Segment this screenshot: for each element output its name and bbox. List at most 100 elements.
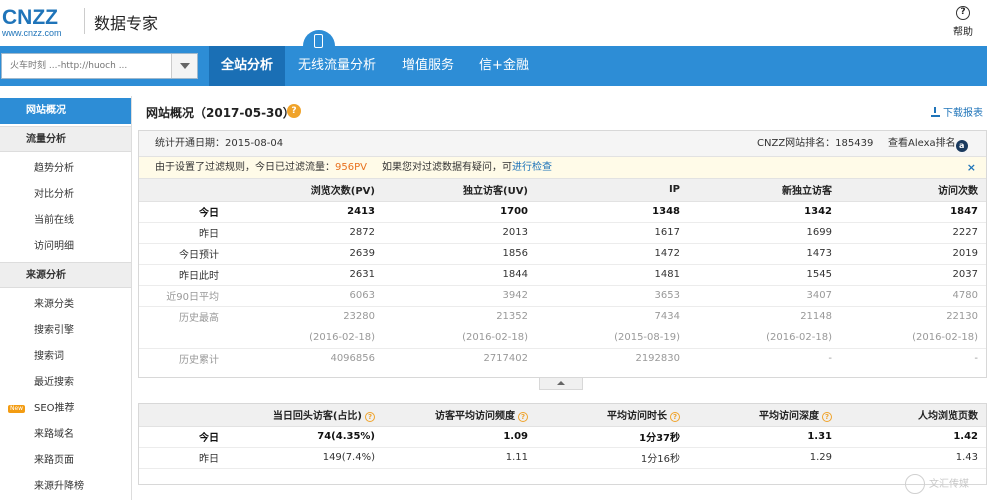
table-cell: 2192830 [635, 353, 680, 365]
column-header-uv[interactable]: 独立访客(UV) [383, 179, 536, 202]
column-header [139, 179, 229, 202]
sidebar-item-search-words[interactable]: 搜索词 [0, 344, 131, 370]
tab-value-added[interactable]: 增值服务 [390, 46, 466, 86]
sidebar-item-compare[interactable]: 对比分析 [0, 182, 131, 208]
table-cell: 1分37秒 [536, 426, 688, 448]
site-selector[interactable] [1, 53, 198, 79]
sidebar: 网站概况 流量分析 趋势分析 对比分析 当前在线 访问明细 来源分析 来源分类 … [0, 96, 132, 500]
filter-notice: 由于设置了过滤规则，今日已过滤流量：956PV 如果您对过滤数据有疑问，可进行检… [139, 157, 986, 179]
download-report-link[interactable]: 下载报表 [931, 104, 983, 119]
alexa-icon: a [955, 140, 968, 152]
sidebar-item-source-ranking[interactable]: 来源升降榜 [0, 474, 131, 500]
alexa-label: 查看Alexa排名 [888, 138, 956, 149]
help-button[interactable]: ? 帮助 [953, 6, 973, 38]
table-cell: - [828, 353, 832, 365]
help-icon[interactable]: ? [670, 412, 680, 423]
table-row: (2016-02-18) (2016-02-18) (2015-08-19) (… [139, 327, 986, 349]
tab-finance[interactable]: 信+金融 [468, 46, 540, 86]
table-row: 历史最高 23280 21352 7434 21148 22130 [139, 306, 986, 327]
help-label: 帮助 [953, 27, 973, 38]
column-header-pv[interactable]: 浏览次数(PV) [229, 179, 383, 202]
table-cell: 1.29 [688, 447, 840, 469]
sidebar-item-referrer-domain[interactable]: 来路域名 [0, 422, 131, 448]
column-header-duration[interactable]: 平均访问时长? [536, 404, 688, 427]
sidebar-item-online[interactable]: 当前在线 [0, 208, 131, 234]
sidebar-item-search-engine[interactable]: 搜索引擎 [0, 318, 131, 344]
table-cell: 2013 [383, 222, 536, 244]
new-badge: New [8, 405, 26, 413]
table-header-row: 浏览次数(PV) 独立访客(UV) IP 新独立访客 访问次数 [139, 179, 986, 202]
help-icon[interactable]: ? [518, 412, 528, 423]
column-header-ip[interactable]: IP [536, 179, 688, 202]
help-icon[interactable]: ? [365, 412, 375, 423]
sidebar-group-traffic[interactable]: 流量分析 [0, 126, 131, 152]
table-cell: 1481 [536, 264, 688, 286]
tab-site-analysis[interactable]: 全站分析 [209, 46, 285, 86]
table-cell: 1617 [536, 222, 688, 244]
column-header-label: 平均访问时长 [607, 411, 667, 423]
alexa-rank-link[interactable]: 查看Alexa排名 a [888, 131, 968, 157]
sidebar-item-source-category[interactable]: 来源分类 [0, 292, 131, 318]
table-row: 昨日 2872 2013 1617 1699 2227 [139, 222, 986, 244]
column-header-label: 访客平均访问频度 [435, 411, 515, 423]
help-icon[interactable]: ? [822, 412, 832, 423]
sidebar-item-visit-detail[interactable]: 访问明细 [0, 234, 131, 260]
sidebar-item-overview[interactable]: 网站概况 [0, 98, 131, 124]
row-label: 历史最高 [179, 313, 219, 325]
tab-mobile-traffic[interactable]: 无线流量分析 [287, 46, 387, 86]
table-cell: 1856 [383, 243, 536, 265]
table-cell: 2639 [229, 243, 383, 265]
table-header-row: 当日回头访客(占比)? 访客平均访问频度? 平均访问时长? 平均访问深度? 人均… [139, 404, 986, 427]
table-cell: (2016-02-18) [688, 327, 840, 349]
site-selector-input[interactable] [2, 54, 171, 78]
table-cell: 2227 [840, 222, 986, 244]
table-row: 历史累计 4096856 2717402 2192830 - - [139, 348, 986, 369]
cnzz-logo[interactable]: CNZZ www.cnzz.com [2, 7, 62, 38]
table-cell: 1699 [688, 222, 840, 244]
main-content: 网站概况（2017-05-30） ? 下载报表 统计开通日期：2015-08-0… [138, 96, 987, 500]
column-header-frequency[interactable]: 访客平均访问频度? [383, 404, 536, 427]
column-header-new-uv[interactable]: 新独立访客 [688, 179, 840, 202]
filter-check-link[interactable]: 进行检查 [512, 162, 552, 173]
filtered-pv: 956PV [335, 162, 367, 173]
column-header-label: 平均访问深度 [759, 411, 819, 423]
table-cell: 1545 [688, 264, 840, 286]
column-header-pages-per-user[interactable]: 人均浏览页数 [840, 404, 986, 427]
sidebar-item-label: SEO推荐 [34, 403, 75, 414]
row-label: 昨日此时 [139, 264, 229, 286]
top-header: CNZZ www.cnzz.com 数据专家 ? 帮助 [0, 0, 987, 46]
table-cell: 1.43 [840, 447, 986, 469]
close-icon[interactable]: × [967, 157, 976, 179]
chevron-down-icon[interactable] [171, 54, 197, 78]
table-cell: 1472 [536, 243, 688, 265]
sidebar-item-referrer-page[interactable]: 来路页面 [0, 448, 131, 474]
table-cell: - [974, 353, 978, 365]
column-header-depth[interactable]: 平均访问深度? [688, 404, 840, 427]
sidebar-item-recent-search[interactable]: 最近搜索 [0, 370, 131, 396]
table-cell: 149(7.4%) [229, 447, 383, 469]
table-cell: 3653 [536, 285, 688, 307]
table-cell: 22130 [946, 311, 978, 323]
sidebar-group-source[interactable]: 来源分析 [0, 262, 131, 288]
table-cell: 1700 [383, 201, 536, 223]
table-cell: 1473 [688, 243, 840, 265]
stats-start-date: 统计开通日期：2015-08-04 [155, 138, 284, 149]
column-header-returning[interactable]: 当日回头访客(占比)? [229, 404, 383, 427]
watermark-logo-icon [905, 474, 925, 494]
table-cell: 1844 [383, 264, 536, 286]
collapse-toggle-button[interactable] [539, 378, 583, 390]
filter-middle: 如果您对过滤数据有疑问，可 [382, 162, 512, 173]
main-nav-bar: 全站分析 无线流量分析 增值服务 信+金融 [0, 46, 987, 86]
table-cell: 6063 [229, 285, 383, 307]
column-header-label: 当日回头访客(占比) [272, 411, 362, 423]
table-cell: 2717402 [483, 353, 528, 365]
sidebar-item-trend[interactable]: 趋势分析 [0, 156, 131, 182]
help-icon[interactable]: ? [287, 104, 301, 118]
sidebar-item-seo[interactable]: New SEO推荐 [0, 396, 131, 422]
column-header-visits[interactable]: 访问次数 [840, 179, 986, 202]
page-title: 网站概况（2017-05-30） [146, 106, 295, 120]
table-cell: (2015-08-19) [536, 327, 688, 349]
table-cell: 1.42 [840, 426, 986, 448]
table-cell: 4780 [840, 285, 986, 307]
table-cell: 1.09 [383, 426, 536, 448]
